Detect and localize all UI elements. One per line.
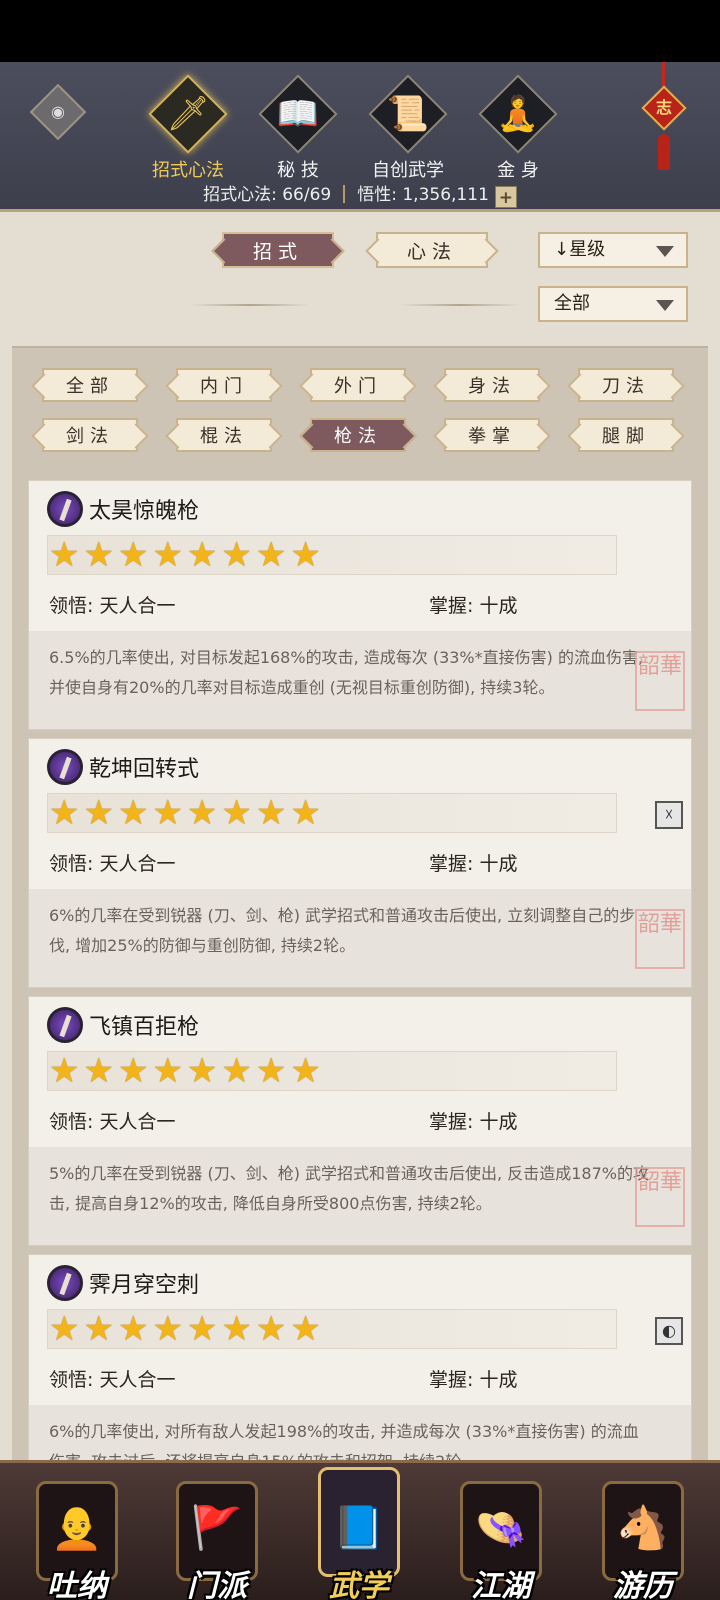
star-rating: ★★★★★★★★	[49, 793, 325, 833]
book-icon: 📖	[276, 94, 320, 134]
nav-breathing[interactable]: 🧑‍🦲 吐纳	[22, 1477, 132, 1600]
meditation-icon: 🧘	[496, 94, 540, 134]
nav-martial-arts[interactable]: 📘 武学	[304, 1467, 414, 1600]
knot-char: 志	[655, 98, 672, 117]
divider-ornament	[190, 304, 310, 306]
scroll-icon: 📜	[386, 94, 430, 134]
horse-icon: 🐴	[616, 1503, 670, 1552]
filter-spear[interactable]: 枪法	[310, 418, 406, 452]
filter-leg[interactable]: 腿脚	[578, 418, 674, 452]
skill-description: 6.5%的几率使出, 对目标发起168%的攻击, 造成每次 (33%*直接伤害)…	[49, 648, 644, 697]
skill-name: 霁月穿空刺	[89, 1273, 200, 1298]
top-nav: ◉ 🗡 招式心法 📖 秘 技 📜 自创武学 🧘 金 身 志 招式心法: 66/6…	[0, 62, 720, 212]
toggle-moves[interactable]: 招式	[222, 232, 334, 268]
seal-stamp-icon: 韶華	[635, 1167, 685, 1227]
star-rating: ★★★★★★★★	[49, 535, 325, 575]
insight-value: 悟性: 1,356,111	[357, 185, 489, 205]
skill-description: 6%的几率使出, 对所有敌人发起198%的攻击, 并造成每次 (33%*直接伤害…	[49, 1422, 639, 1460]
nav-sect[interactable]: 🚩 门派	[162, 1477, 272, 1600]
tab-golden-body[interactable]: 🧘 金 身	[468, 72, 568, 182]
skill-name: 乾坤回转式	[89, 757, 200, 782]
filter-outer[interactable]: 外门	[310, 368, 406, 402]
skill-description: 5%的几率在受到锐器 (刀、剑、枪) 武学招式和普通攻击后使出, 反击造成187…	[49, 1164, 649, 1213]
comprehension-label: 领悟: 天人合一	[49, 1369, 176, 1391]
filter-inner[interactable]: 内门	[176, 368, 272, 402]
seal-stamp-icon: 韶華	[635, 909, 685, 969]
nav-jianghu[interactable]: 👒 江湖	[446, 1477, 556, 1600]
comprehension-label: 领悟: 天人合一	[49, 1111, 176, 1133]
monk-icon: 🧑‍🦲	[50, 1503, 104, 1552]
star-rating: ★★★★★★★★	[49, 1309, 325, 1349]
chevron-down-icon	[656, 300, 674, 311]
eye-icon: ◉	[51, 102, 65, 121]
skill-card[interactable]: 太昊惊魄枪 ★★★★★★★★ 领悟: 天人合一 掌握: 十成 6.5%的几率使出…	[28, 480, 692, 730]
filter-all[interactable]: 全部	[42, 368, 138, 402]
seal-stamp-icon: 韶華	[635, 651, 685, 711]
filter-blade[interactable]: 刀法	[578, 368, 674, 402]
skill-card[interactable]: 乾坤回转式 ★★★★★★★★ ☓ 领悟: 天人合一 掌握: 十成 6%的几率在受…	[28, 738, 692, 988]
stats-line: 招式心法: 66/69 悟性: 1,356,111 +	[0, 180, 720, 208]
view-toggle-button[interactable]: ◉	[29, 83, 87, 141]
scope-dropdown[interactable]: 全部	[538, 286, 688, 322]
skill-panel: 全部 内门 外门 身法 刀法 剑法 棍法 枪法 拳掌 腿脚 太昊惊魄枪 ★★★★…	[12, 346, 708, 1460]
spear-skill-icon	[47, 1007, 83, 1043]
filter-staff[interactable]: 棍法	[176, 418, 272, 452]
skill-description: 6%的几率在受到锐器 (刀、剑、枪) 武学招式和普通攻击后使出, 立刻调整自己的…	[49, 906, 636, 955]
moves-count: 招式心法: 66/69	[203, 185, 332, 205]
toggle-methods[interactable]: 心法	[376, 232, 488, 268]
skill-name: 飞镇百拒枪	[89, 1015, 200, 1040]
tab-secret-skills[interactable]: 📖 秘 技	[248, 72, 348, 182]
sort-dropdown[interactable]: ↓星级	[538, 232, 688, 268]
filter-sword[interactable]: 剑法	[42, 418, 138, 452]
nav-travel[interactable]: 🐴 游历	[588, 1477, 698, 1600]
spear-skill-icon	[47, 749, 83, 785]
counter-type-icon: ☓	[655, 801, 683, 829]
banner-icon: 🚩	[190, 1503, 244, 1552]
status-bar	[0, 0, 720, 62]
tab-moves-methods[interactable]: 🗡 招式心法	[138, 72, 238, 182]
skill-card[interactable]: 霁月穿空刺 ★★★★★★★★ ◐ 领悟: 天人合一 掌握: 十成 6%的几率使出…	[28, 1254, 692, 1460]
mastery-label: 掌握: 十成	[429, 1369, 518, 1391]
filter-fist[interactable]: 拳掌	[444, 418, 540, 452]
manual-icon: 📘	[332, 1503, 386, 1552]
star-rating: ★★★★★★★★	[49, 1051, 325, 1091]
skill-card[interactable]: 飞镇百拒枪 ★★★★★★★★ 领悟: 天人合一 掌握: 十成 5%的几率在受到锐…	[28, 996, 692, 1246]
mastery-label: 掌握: 十成	[429, 853, 518, 875]
chevron-down-icon	[656, 246, 674, 257]
spear-skill-icon	[47, 1265, 83, 1301]
tab-self-created[interactable]: 📜 自创武学	[358, 72, 458, 182]
straw-hat-icon: 👒	[474, 1503, 528, 1552]
mastery-label: 掌握: 十成	[429, 1111, 518, 1133]
sword-icon: 🗡	[166, 94, 210, 134]
skill-name: 太昊惊魄枪	[89, 499, 200, 524]
filter-movement[interactable]: 身法	[444, 368, 540, 402]
spear-skill-icon	[47, 491, 83, 527]
aoe-type-icon: ◐	[655, 1317, 683, 1345]
comprehension-label: 领悟: 天人合一	[49, 595, 176, 617]
add-insight-button[interactable]: +	[494, 186, 517, 208]
mastery-label: 掌握: 十成	[429, 595, 518, 617]
bottom-nav: 🧑‍🦲 吐纳 🚩 门派 📘 武学 👒 江湖 🐴 游历	[0, 1460, 720, 1600]
divider-ornament	[400, 304, 520, 306]
comprehension-label: 领悟: 天人合一	[49, 853, 176, 875]
